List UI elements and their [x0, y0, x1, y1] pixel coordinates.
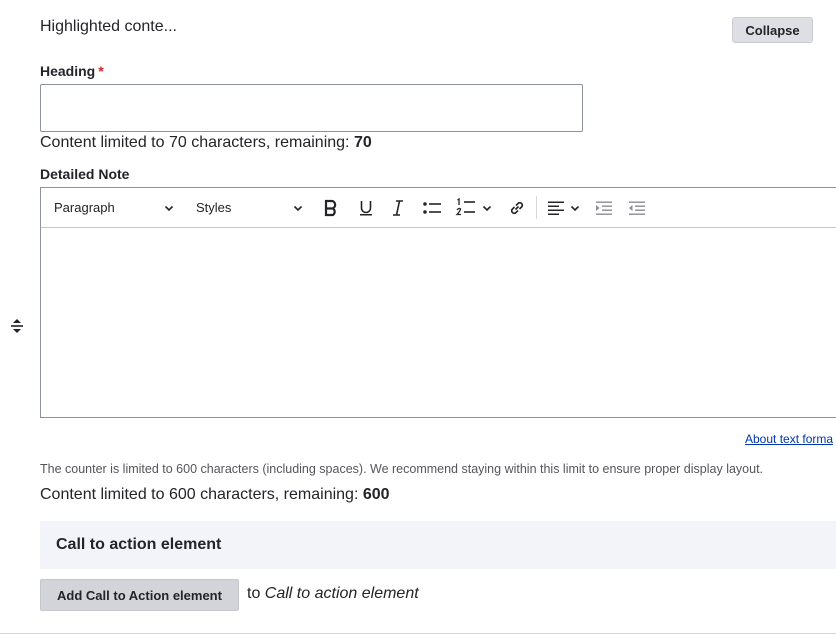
add-cta-target-prefix: to	[247, 585, 265, 602]
heading-input[interactable]	[40, 84, 583, 132]
detailed-note-label: Detailed Note	[40, 166, 130, 182]
indent-button[interactable]	[594, 188, 614, 227]
italic-icon	[388, 198, 408, 218]
cta-section-header: Call to action element	[40, 521, 836, 569]
section-title: Highlighted conte...	[40, 18, 177, 35]
heading-counter: Content limited to 70 characters, remain…	[40, 134, 372, 152]
bold-button[interactable]	[321, 188, 341, 227]
heading-counter-value: 70	[353, 134, 372, 151]
align-dropdown[interactable]	[546, 188, 581, 227]
toolbar-separator	[536, 196, 537, 219]
detailed-note-counter-text: Content limited to 600 characters, remai…	[40, 486, 363, 503]
collapse-button[interactable]: Collapse	[732, 17, 813, 43]
about-text-formats-link[interactable]: About text forma	[745, 432, 833, 446]
outdent-icon	[627, 198, 647, 218]
chevron-down-icon	[569, 202, 581, 214]
add-cta-button[interactable]: Add Call to Action element	[40, 579, 239, 611]
align-left-icon	[546, 198, 566, 218]
bold-icon	[321, 198, 341, 218]
paragraph-dropdown-label: Paragraph	[54, 200, 115, 215]
add-cta-target-text: to Call to action element	[247, 585, 419, 603]
chevron-down-icon	[163, 202, 175, 214]
styles-dropdown-label: Styles	[196, 200, 232, 215]
link-button[interactable]	[507, 188, 527, 227]
editor-toolbar: Paragraph Styles	[41, 188, 836, 228]
paragraph-dropdown[interactable]: Paragraph	[54, 188, 176, 227]
rich-text-editor: Paragraph Styles	[40, 187, 836, 418]
heading-counter-text: Content limited to 70 characters, remain…	[40, 134, 354, 151]
bulleted-list-button[interactable]	[421, 188, 443, 227]
underline-button[interactable]	[356, 188, 376, 227]
styles-dropdown[interactable]: Styles	[196, 188, 306, 227]
heading-label: Heading *	[40, 63, 104, 79]
underline-icon	[356, 198, 376, 218]
chevron-down-icon	[292, 202, 304, 214]
bulleted-list-icon	[421, 198, 443, 218]
chevron-down-icon[interactable]	[481, 202, 493, 214]
link-icon	[507, 198, 527, 218]
add-cta-target-name: Call to action element	[264, 585, 419, 602]
outdent-button[interactable]	[627, 188, 647, 227]
editor-content-area[interactable]	[41, 228, 836, 417]
numbered-list-button[interactable]	[455, 188, 493, 227]
detailed-note-help-text: The counter is limited to 600 characters…	[40, 462, 764, 476]
cta-section-title: Call to action element	[56, 536, 222, 553]
heading-label-text: Heading	[40, 63, 96, 79]
indent-icon	[594, 198, 614, 218]
numbered-list-icon	[455, 197, 477, 219]
resize-handle-icon[interactable]	[10, 318, 24, 334]
detailed-note-counter: Content limited to 600 characters, remai…	[40, 486, 390, 504]
italic-button[interactable]	[388, 188, 408, 227]
detailed-note-counter-value: 600	[362, 486, 390, 503]
required-marker: *	[98, 63, 104, 79]
